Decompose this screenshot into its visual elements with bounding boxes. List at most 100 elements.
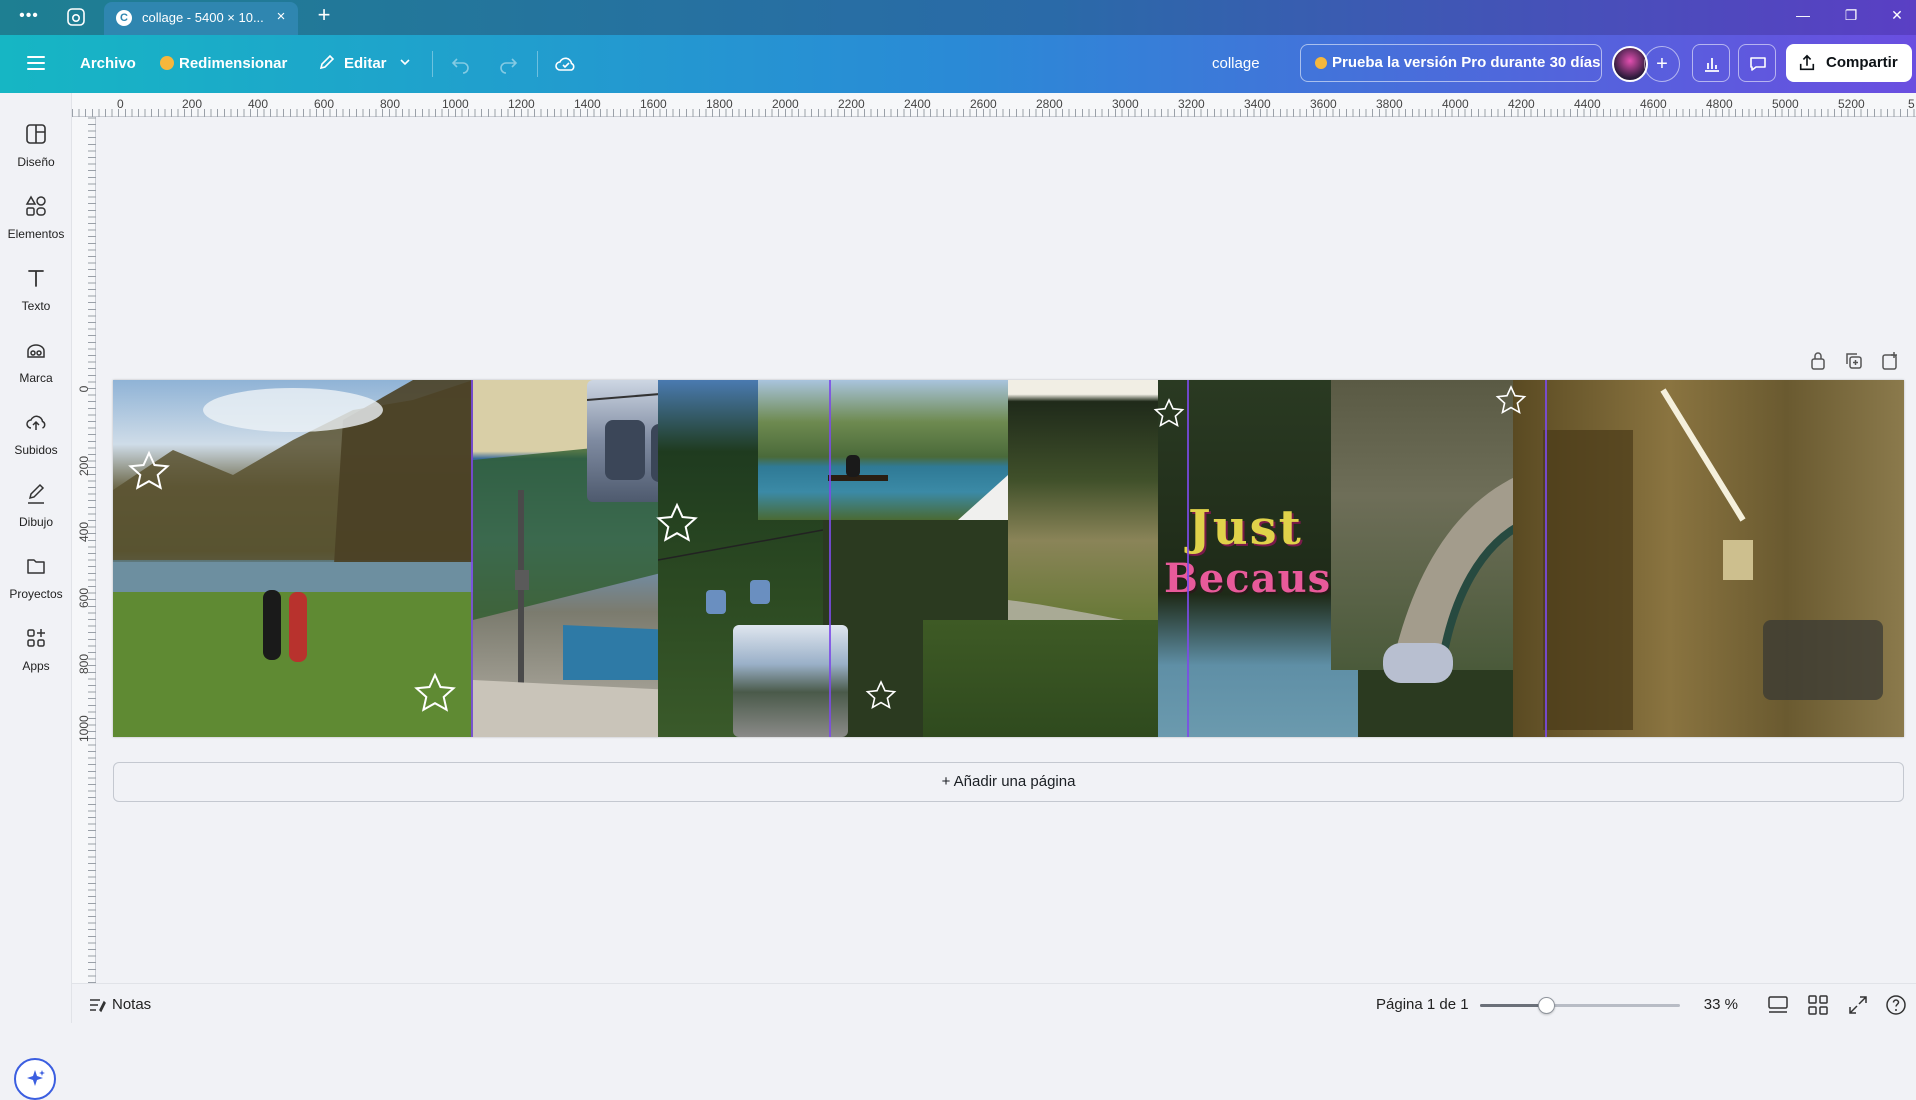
- redimensionar-label: Redimensionar: [179, 55, 288, 72]
- design-page-collage[interactable]: Just Because: [113, 380, 1904, 737]
- sidebar-item-label: Subidos: [14, 443, 58, 457]
- left-sidebar: Diseño Elementos Texto Marca Subidos Dib…: [0, 93, 72, 1100]
- photo-stone-bridge[interactable]: [1331, 380, 1531, 670]
- horizontal-ruler: 0 200 400 600 800 1000 1200 1400 1600 18…: [72, 93, 1916, 117]
- ruler-label: 3200: [1178, 97, 1205, 111]
- ruler-label: 2400: [904, 97, 931, 111]
- photo-train-interior[interactable]: [1513, 380, 1904, 737]
- star-outline-icon[interactable]: [1495, 385, 1527, 417]
- page-indicator[interactable]: Página 1 de 1: [1376, 994, 1469, 1016]
- shapes-icon: [25, 195, 46, 216]
- ruler-ticks: [88, 117, 96, 983]
- sidebar-item-proyectos[interactable]: Proyectos: [0, 545, 72, 613]
- collage-text-just[interactable]: Just: [1188, 500, 1303, 556]
- ruler-label: 200: [182, 97, 203, 111]
- ruler-label: 2200: [838, 97, 865, 111]
- sidebar-item-subidos[interactable]: Subidos: [0, 401, 72, 469]
- cloud-saved-icon[interactable]: [554, 53, 578, 73]
- share-label: Compartir: [1826, 54, 1898, 71]
- chevron-down-icon: [400, 59, 410, 66]
- document-title[interactable]: collage: [1212, 49, 1260, 79]
- sidebar-item-label: Texto: [21, 299, 51, 313]
- editar-button[interactable]: Editar: [318, 49, 411, 79]
- pencil-icon: [319, 54, 335, 70]
- hamburger-menu-icon[interactable]: [26, 53, 46, 73]
- zoom-slider-handle[interactable]: [1538, 997, 1555, 1014]
- sidebar-item-label: Proyectos: [9, 587, 63, 601]
- duplicate-page-icon[interactable]: [1842, 350, 1866, 372]
- add-collaborator-button[interactable]: +: [1644, 46, 1680, 82]
- ruler-label: 1000: [442, 97, 469, 111]
- sidebar-item-texto[interactable]: Texto: [0, 257, 72, 325]
- sidebar-item-dibujo[interactable]: Dibujo: [0, 473, 72, 541]
- window-minimize-button[interactable]: —: [1790, 4, 1816, 26]
- browser-tab-active[interactable]: C collage - 5400 × 10... ×: [104, 2, 298, 35]
- ruler-label: 600: [77, 587, 91, 609]
- editor-toolbar: Archivo Redimensionar Editar collage Pru…: [0, 35, 1916, 93]
- zoom-level[interactable]: 33 %: [1698, 994, 1738, 1016]
- zoom-slider[interactable]: [1480, 997, 1680, 1014]
- share-button[interactable]: Compartir: [1786, 44, 1912, 82]
- redimensionar-button[interactable]: Redimensionar: [160, 49, 287, 79]
- pro-trial-button[interactable]: Prueba la versión Pro durante 30 días: [1300, 44, 1602, 82]
- ruler-label: 3400: [1244, 97, 1271, 111]
- ruler-label: 4800: [1706, 97, 1733, 111]
- toolbar-divider: [432, 51, 433, 77]
- star-outline-icon[interactable]: [865, 680, 897, 712]
- comment-icon: [1750, 57, 1766, 71]
- window-close-button[interactable]: ✕: [1884, 4, 1910, 26]
- sidebar-item-apps[interactable]: Apps: [0, 617, 72, 685]
- vertical-ruler: 0 200 400 600 800 1000: [72, 117, 96, 983]
- notes-button[interactable]: Notas: [88, 994, 151, 1016]
- avatar[interactable]: [1612, 46, 1648, 82]
- archivo-menu[interactable]: Archivo: [80, 49, 136, 79]
- browser-menu-button[interactable]: •••: [14, 5, 44, 29]
- fullscreen-icon[interactable]: [1846, 993, 1870, 1017]
- bench-scene-shapes: [828, 455, 1008, 520]
- toolbar-divider: [537, 51, 538, 77]
- sidebar-item-marca[interactable]: Marca: [0, 329, 72, 397]
- sidebar-item-diseno[interactable]: Diseño: [0, 113, 72, 181]
- sidebar-item-label: Marca: [19, 371, 53, 385]
- ruler-label: 3000: [1112, 97, 1139, 111]
- ruler-label: 1200: [508, 97, 535, 111]
- insights-button[interactable]: [1692, 44, 1730, 82]
- star-outline-icon[interactable]: [1153, 398, 1185, 430]
- lock-page-icon[interactable]: [1806, 350, 1830, 372]
- star-outline-icon[interactable]: [655, 502, 699, 546]
- ruler-label: 5: [1908, 97, 1915, 111]
- ruler-label: 2000: [772, 97, 799, 111]
- sidebar-item-label: Apps: [22, 659, 50, 673]
- window-restore-button[interactable]: ❐: [1838, 4, 1864, 26]
- collage-text-because[interactable]: Because: [1164, 555, 1358, 602]
- page-view-icon[interactable]: [1766, 993, 1790, 1017]
- page-guide-line: [1187, 380, 1189, 737]
- ruler-label: 800: [380, 97, 401, 111]
- editar-label: Editar: [344, 55, 387, 72]
- canva-favicon-icon: C: [116, 10, 132, 26]
- car-sticker[interactable]: [1383, 643, 1453, 683]
- add-page-button[interactable]: + Añadir una página: [113, 762, 1904, 802]
- magic-assistant-button[interactable]: [14, 1058, 56, 1100]
- bottom-bar: Notas Página 1 de 1 33 %: [72, 983, 1916, 1023]
- star-outline-icon[interactable]: [413, 672, 457, 716]
- tab-close-icon[interactable]: ×: [272, 8, 290, 26]
- redo-icon[interactable]: [498, 54, 518, 74]
- comments-button[interactable]: [1738, 44, 1776, 82]
- ruler-label: 3800: [1376, 97, 1403, 111]
- new-tab-button[interactable]: +: [312, 4, 336, 28]
- sidebar-item-label: Diseño: [17, 155, 55, 169]
- ruler-label: 1800: [706, 97, 733, 111]
- undo-icon[interactable]: [451, 54, 471, 74]
- ruler-label: 600: [314, 97, 335, 111]
- grid-view-icon[interactable]: [1806, 993, 1830, 1017]
- bridge-scene-shapes: [1391, 470, 1531, 670]
- sidebar-item-elementos[interactable]: Elementos: [0, 185, 72, 253]
- star-outline-icon[interactable]: [127, 450, 171, 494]
- home-icon[interactable]: [66, 7, 86, 27]
- help-icon[interactable]: [1884, 993, 1908, 1017]
- photo-lake-bench[interactable]: [758, 380, 1008, 520]
- add-page-icon[interactable]: [1878, 350, 1902, 372]
- ruler-label: 4000: [1442, 97, 1469, 111]
- pen-icon: [28, 483, 45, 504]
